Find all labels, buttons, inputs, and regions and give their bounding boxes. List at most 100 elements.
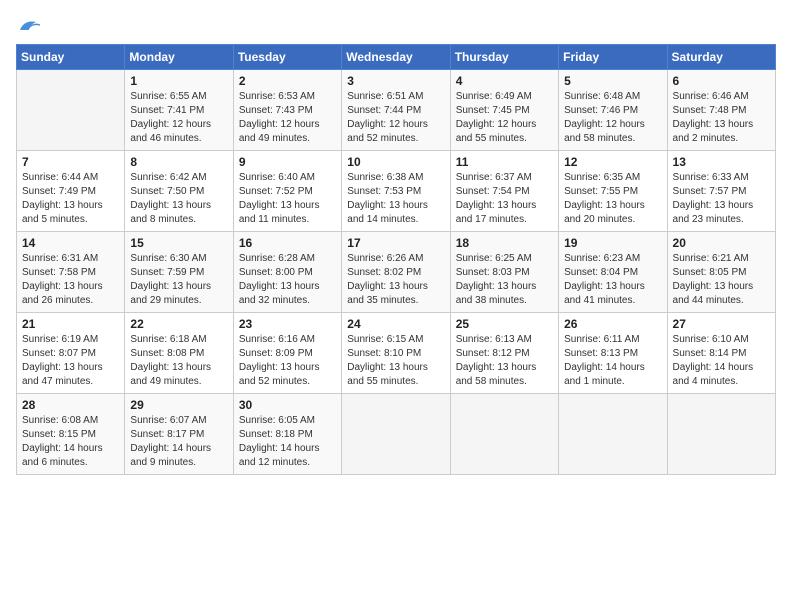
day-info: Sunrise: 6:51 AM Sunset: 7:44 PM Dayligh… — [347, 90, 444, 146]
day-number: 10 — [347, 155, 444, 169]
day-info: Sunrise: 6:46 AM Sunset: 7:48 PM Dayligh… — [673, 90, 770, 146]
calendar-cell: 7Sunrise: 6:44 AM Sunset: 7:49 PM Daylig… — [17, 151, 125, 232]
day-number: 9 — [239, 155, 336, 169]
day-info: Sunrise: 6:49 AM Sunset: 7:45 PM Dayligh… — [456, 90, 553, 146]
calendar-cell: 9 Sunrise: 6:40 AM Sunset: 7:52 PM Daylig… — [233, 151, 341, 232]
day-number: 27 — [673, 317, 770, 331]
day-number: 7 — [22, 155, 119, 169]
calendar-week-row: 28 Sunrise: 6:08 AM Sunset: 8:15 PM Dayli… — [17, 394, 776, 475]
page-header — [16, 16, 776, 34]
day-number: 19 — [564, 236, 661, 250]
calendar-week-row: 21Sunrise: 6:19 AM Sunset: 8:07 PM Dayli… — [17, 313, 776, 394]
calendar-body: 1 Sunrise: 6:55 AM Sunset: 7:41 PM Daylig… — [17, 70, 776, 475]
calendar-cell — [342, 394, 450, 475]
calendar-cell: 21Sunrise: 6:19 AM Sunset: 8:07 PM Dayli… — [17, 313, 125, 394]
day-info: Sunrise: 6:15 AM Sunset: 8:10 PM Dayligh… — [347, 333, 444, 389]
calendar-cell — [667, 394, 775, 475]
calendar-cell: 3 Sunrise: 6:51 AM Sunset: 7:44 PM Daylig… — [342, 70, 450, 151]
day-number: 18 — [456, 236, 553, 250]
day-info: Sunrise: 6:40 AM Sunset: 7:52 PM Dayligh… — [239, 171, 336, 227]
day-number: 5 — [564, 74, 661, 88]
day-info: Sunrise: 6:42 AM Sunset: 7:50 PM Dayligh… — [130, 171, 227, 227]
day-info: Sunrise: 6:16 AM Sunset: 8:09 PM Dayligh… — [239, 333, 336, 389]
day-number: 28 — [22, 398, 119, 412]
calendar-cell: 6 Sunrise: 6:46 AM Sunset: 7:48 PM Daylig… — [667, 70, 775, 151]
day-info: Sunrise: 6:19 AM Sunset: 8:07 PM Dayligh… — [22, 333, 119, 389]
calendar-cell: 26 Sunrise: 6:11 AM Sunset: 8:13 PM Dayli… — [559, 313, 667, 394]
day-number: 12 — [564, 155, 661, 169]
day-number: 25 — [456, 317, 553, 331]
day-info: Sunrise: 6:13 AM Sunset: 8:12 PM Dayligh… — [456, 333, 553, 389]
day-info: Sunrise: 6:21 AM Sunset: 8:05 PM Dayligh… — [673, 252, 770, 308]
calendar-cell: 27 Sunrise: 6:10 AM Sunset: 8:14 PM Dayli… — [667, 313, 775, 394]
calendar-cell — [17, 70, 125, 151]
day-info: Sunrise: 6:28 AM Sunset: 8:00 PM Dayligh… — [239, 252, 336, 308]
day-info: Sunrise: 6:08 AM Sunset: 8:15 PM Dayligh… — [22, 414, 119, 470]
day-number: 16 — [239, 236, 336, 250]
weekday-header-sunday: Sunday — [17, 45, 125, 70]
day-info: Sunrise: 6:18 AM Sunset: 8:08 PM Dayligh… — [130, 333, 227, 389]
calendar-cell — [450, 394, 558, 475]
weekday-header-friday: Friday — [559, 45, 667, 70]
calendar-cell: 24Sunrise: 6:15 AM Sunset: 8:10 PM Dayli… — [342, 313, 450, 394]
calendar-cell: 23 Sunrise: 6:16 AM Sunset: 8:09 PM Dayli… — [233, 313, 341, 394]
day-info: Sunrise: 6:05 AM Sunset: 8:18 PM Dayligh… — [239, 414, 336, 470]
day-info: Sunrise: 6:55 AM Sunset: 7:41 PM Dayligh… — [130, 90, 227, 146]
weekday-header-wednesday: Wednesday — [342, 45, 450, 70]
day-number: 23 — [239, 317, 336, 331]
day-number: 30 — [239, 398, 336, 412]
day-info: Sunrise: 6:10 AM Sunset: 8:14 PM Dayligh… — [673, 333, 770, 389]
calendar-header: SundayMondayTuesdayWednesdayThursdayFrid… — [17, 45, 776, 70]
calendar-cell: 4 Sunrise: 6:49 AM Sunset: 7:45 PM Daylig… — [450, 70, 558, 151]
calendar-cell: 13 Sunrise: 6:33 AM Sunset: 7:57 PM Dayli… — [667, 151, 775, 232]
calendar-cell: 5 Sunrise: 6:48 AM Sunset: 7:46 PM Daylig… — [559, 70, 667, 151]
calendar-week-row: 1 Sunrise: 6:55 AM Sunset: 7:41 PM Daylig… — [17, 70, 776, 151]
calendar-cell: 1 Sunrise: 6:55 AM Sunset: 7:41 PM Daylig… — [125, 70, 233, 151]
day-number: 1 — [130, 74, 227, 88]
calendar-cell: 10 Sunrise: 6:38 AM Sunset: 7:53 PM Dayli… — [342, 151, 450, 232]
day-number: 14 — [22, 236, 119, 250]
day-info: Sunrise: 6:48 AM Sunset: 7:46 PM Dayligh… — [564, 90, 661, 146]
day-number: 3 — [347, 74, 444, 88]
weekday-header-tuesday: Tuesday — [233, 45, 341, 70]
calendar-cell: 16 Sunrise: 6:28 AM Sunset: 8:00 PM Dayli… — [233, 232, 341, 313]
day-info: Sunrise: 6:07 AM Sunset: 8:17 PM Dayligh… — [130, 414, 227, 470]
day-info: Sunrise: 6:38 AM Sunset: 7:53 PM Dayligh… — [347, 171, 444, 227]
day-number: 22 — [130, 317, 227, 331]
weekday-header-thursday: Thursday — [450, 45, 558, 70]
day-info: Sunrise: 6:11 AM Sunset: 8:13 PM Dayligh… — [564, 333, 661, 389]
day-number: 26 — [564, 317, 661, 331]
calendar-cell: 18 Sunrise: 6:25 AM Sunset: 8:03 PM Dayli… — [450, 232, 558, 313]
calendar-cell: 14 Sunrise: 6:31 AM Sunset: 7:58 PM Dayli… — [17, 232, 125, 313]
calendar-cell: 17Sunrise: 6:26 AM Sunset: 8:02 PM Dayli… — [342, 232, 450, 313]
calendar-cell: 20 Sunrise: 6:21 AM Sunset: 8:05 PM Dayli… — [667, 232, 775, 313]
day-info: Sunrise: 6:33 AM Sunset: 7:57 PM Dayligh… — [673, 171, 770, 227]
day-number: 13 — [673, 155, 770, 169]
day-number: 6 — [673, 74, 770, 88]
day-number: 4 — [456, 74, 553, 88]
calendar-cell: 30 Sunrise: 6:05 AM Sunset: 8:18 PM Dayli… — [233, 394, 341, 475]
calendar-cell: 11 Sunrise: 6:37 AM Sunset: 7:54 PM Dayli… — [450, 151, 558, 232]
weekday-header-row: SundayMondayTuesdayWednesdayThursdayFrid… — [17, 45, 776, 70]
day-number: 17 — [347, 236, 444, 250]
weekday-header-saturday: Saturday — [667, 45, 775, 70]
day-number: 20 — [673, 236, 770, 250]
day-info: Sunrise: 6:37 AM Sunset: 7:54 PM Dayligh… — [456, 171, 553, 227]
day-info: Sunrise: 6:25 AM Sunset: 8:03 PM Dayligh… — [456, 252, 553, 308]
day-info: Sunrise: 6:23 AM Sunset: 8:04 PM Dayligh… — [564, 252, 661, 308]
calendar-cell: 15 Sunrise: 6:30 AM Sunset: 7:59 PM Dayli… — [125, 232, 233, 313]
weekday-header-monday: Monday — [125, 45, 233, 70]
calendar-table: SundayMondayTuesdayWednesdayThursdayFrid… — [16, 44, 776, 475]
day-info: Sunrise: 6:53 AM Sunset: 7:43 PM Dayligh… — [239, 90, 336, 146]
day-number: 15 — [130, 236, 227, 250]
day-number: 2 — [239, 74, 336, 88]
calendar-week-row: 7Sunrise: 6:44 AM Sunset: 7:49 PM Daylig… — [17, 151, 776, 232]
day-info: Sunrise: 6:31 AM Sunset: 7:58 PM Dayligh… — [22, 252, 119, 308]
calendar-cell: 19 Sunrise: 6:23 AM Sunset: 8:04 PM Dayli… — [559, 232, 667, 313]
calendar-cell — [559, 394, 667, 475]
calendar-cell: 2 Sunrise: 6:53 AM Sunset: 7:43 PM Daylig… — [233, 70, 341, 151]
logo-bird-icon — [18, 16, 40, 34]
day-number: 11 — [456, 155, 553, 169]
calendar-cell: 29Sunrise: 6:07 AM Sunset: 8:17 PM Dayli… — [125, 394, 233, 475]
day-info: Sunrise: 6:30 AM Sunset: 7:59 PM Dayligh… — [130, 252, 227, 308]
